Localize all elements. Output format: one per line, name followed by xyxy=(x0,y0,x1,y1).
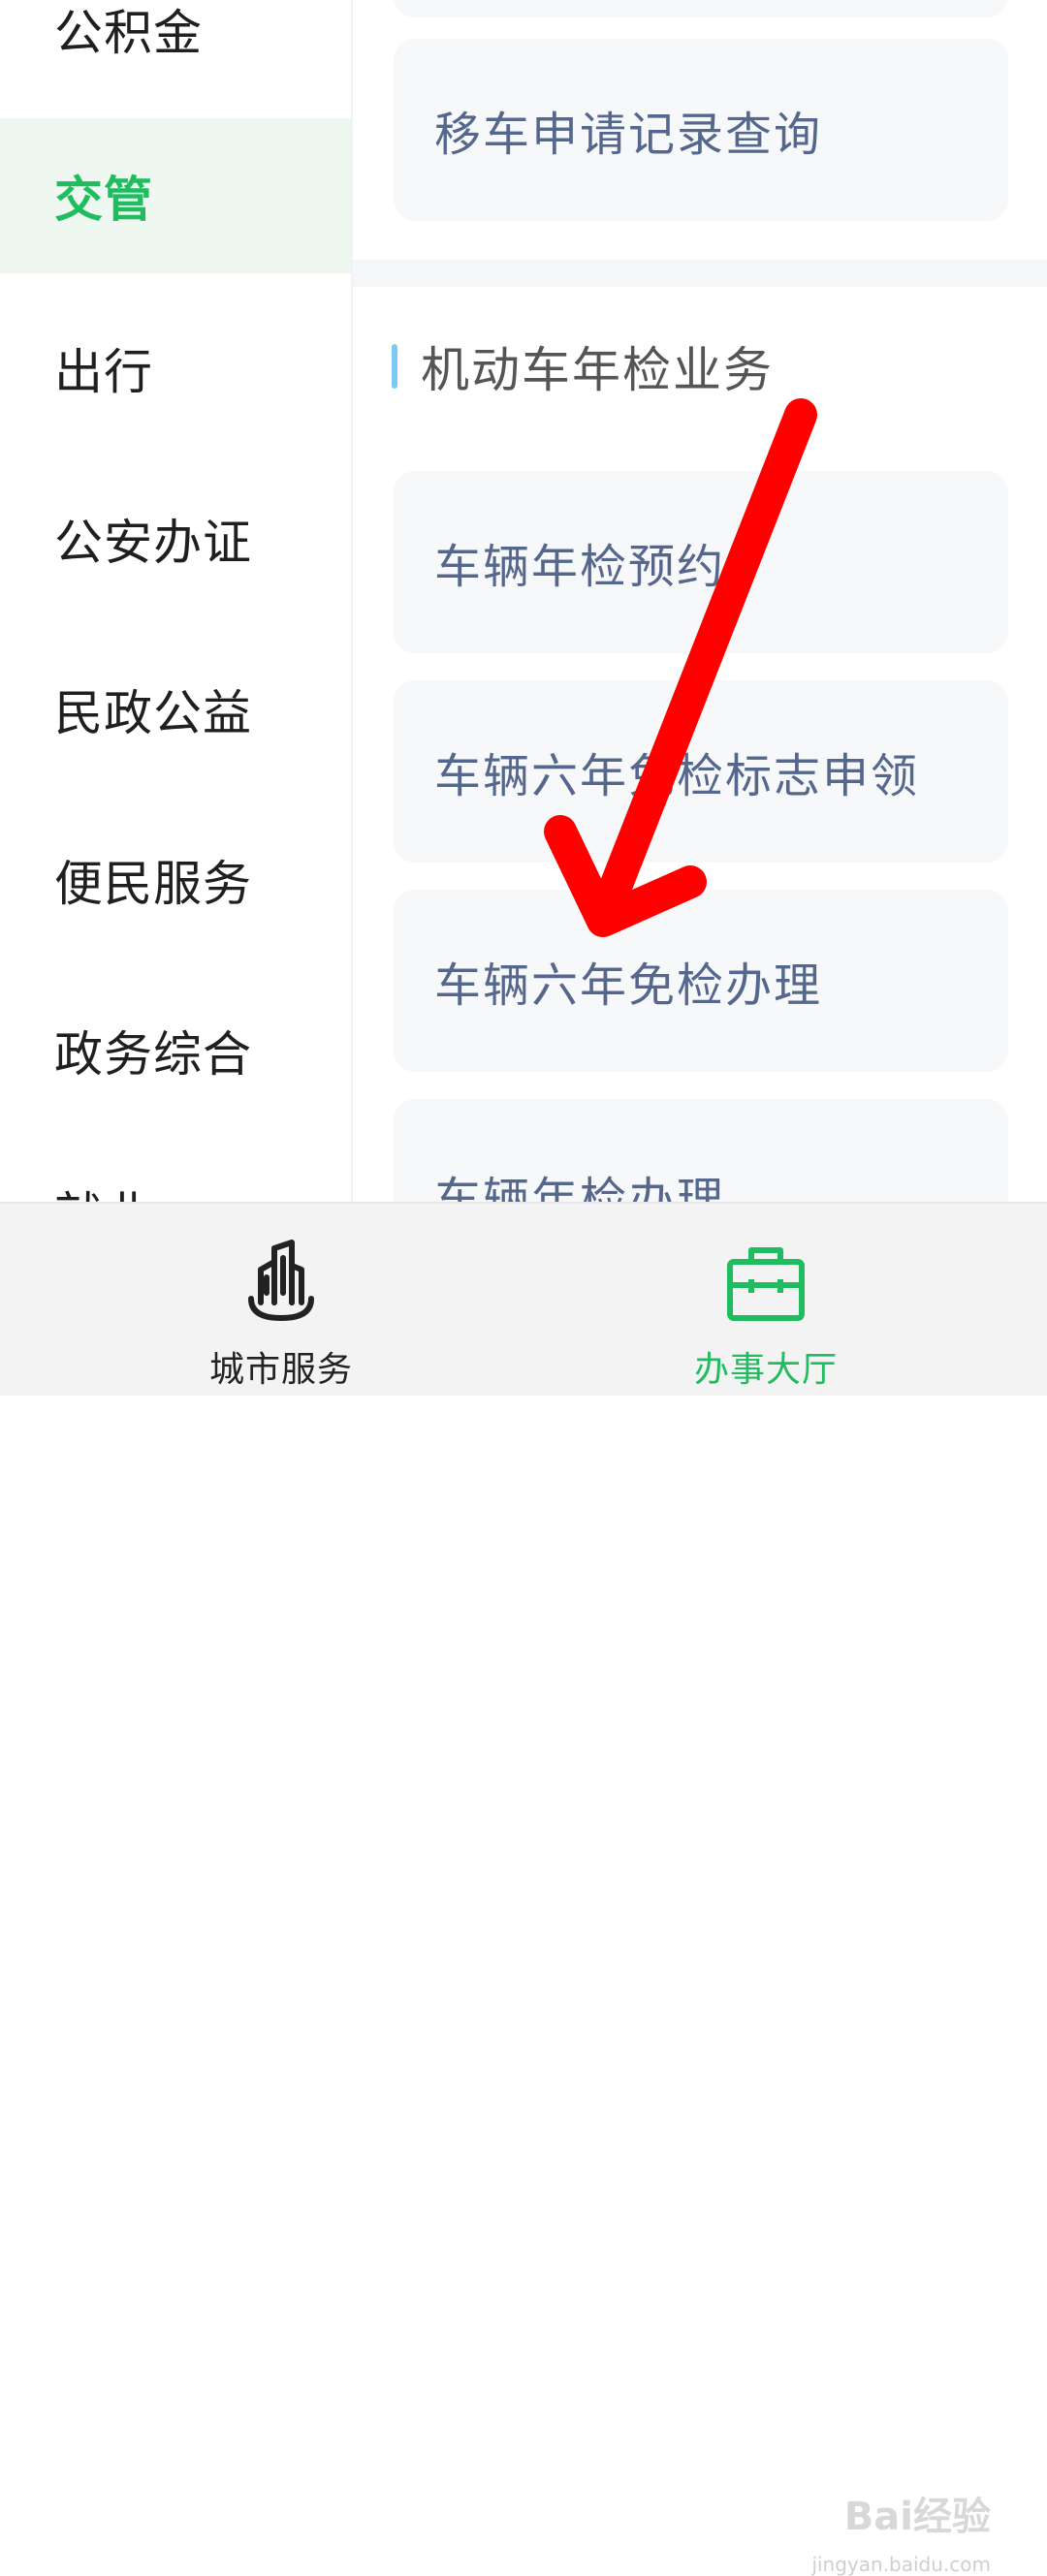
sidebar-item-employment[interactable]: 就业 xyxy=(0,1134,351,1202)
sidebar-item-label: 民政公益 xyxy=(54,685,252,741)
service-list: 移车申请记录查询 机动车年检业务 车辆年检预约 车辆六年免检标志申领 车辆六年免… xyxy=(353,0,1047,1202)
service-card-six-year-exempt-handling[interactable]: 车辆六年免检办理 xyxy=(394,890,1008,1072)
sidebar-item-travel[interactable]: 出行 xyxy=(0,291,351,446)
bottom-nav: 城市服务 办事大厅 Bai经验 jingyan.baidu.com xyxy=(0,1202,1047,2576)
section-accent-bar xyxy=(392,344,397,389)
service-card-inspection-handling[interactable]: 车辆年检办理 xyxy=(394,1099,1008,1202)
section-title: 机动车年检业务 xyxy=(421,342,774,398)
service-card-previous[interactable] xyxy=(394,0,1008,17)
section-header: 机动车年检业务 xyxy=(392,337,774,398)
tab-label: 办事大厅 xyxy=(693,1350,838,1390)
service-card-label: 车辆年检预约 xyxy=(434,540,726,594)
service-card-inspection-appointment[interactable]: 车辆年检预约 xyxy=(394,471,1008,653)
tab-label: 城市服务 xyxy=(208,1350,353,1390)
service-card-six-year-exempt-label[interactable]: 车辆六年免检标志申领 xyxy=(394,680,1008,863)
sidebar-item-label: 出行 xyxy=(54,344,153,400)
city-buildings-icon xyxy=(248,1240,314,1321)
watermark-logo: Bai经验 xyxy=(843,2495,991,2539)
watermark-url: jingyan.baidu.com xyxy=(811,2553,991,2576)
sidebar-item-label: 就业 xyxy=(54,1177,153,1202)
sidebar-item-label: 公积金 xyxy=(54,5,203,61)
sidebar-item-label: 政务综合 xyxy=(54,1026,252,1083)
sidebar-item-police-certificates[interactable]: 公安办证 xyxy=(0,461,351,616)
category-sidebar: 公积金 交管 出行 公安办证 民政公益 便民服务 政务综合 就业 xyxy=(0,0,351,1202)
service-card-label: 移车申请记录查询 xyxy=(434,108,823,162)
tab-city-services[interactable]: 城市服务 xyxy=(136,1204,427,1398)
service-card-label: 车辆六年免检办理 xyxy=(434,958,823,1013)
sidebar-item-traffic[interactable]: 交管 xyxy=(0,118,351,273)
sidebar-item-label: 便民服务 xyxy=(54,856,252,912)
service-card-label: 车辆六年免检标志申领 xyxy=(434,749,920,803)
section-divider xyxy=(353,260,1047,287)
sidebar-item-government-affairs[interactable]: 政务综合 xyxy=(0,973,351,1128)
briefcase-icon xyxy=(727,1247,805,1321)
service-card-label: 车辆年检办理 xyxy=(434,1173,726,1202)
tab-service-hall[interactable]: 办事大厅 xyxy=(620,1204,911,1398)
sidebar-item-label: 公安办证 xyxy=(54,515,252,571)
sidebar-item-convenience-services[interactable]: 便民服务 xyxy=(0,802,351,958)
service-card-move-car-records[interactable]: 移车申请记录查询 xyxy=(394,39,1008,221)
sidebar-item-housing-fund[interactable]: 公积金 xyxy=(0,0,351,107)
sidebar-item-civil-affairs[interactable]: 民政公益 xyxy=(0,632,351,787)
sidebar-item-label: 交管 xyxy=(54,172,153,228)
